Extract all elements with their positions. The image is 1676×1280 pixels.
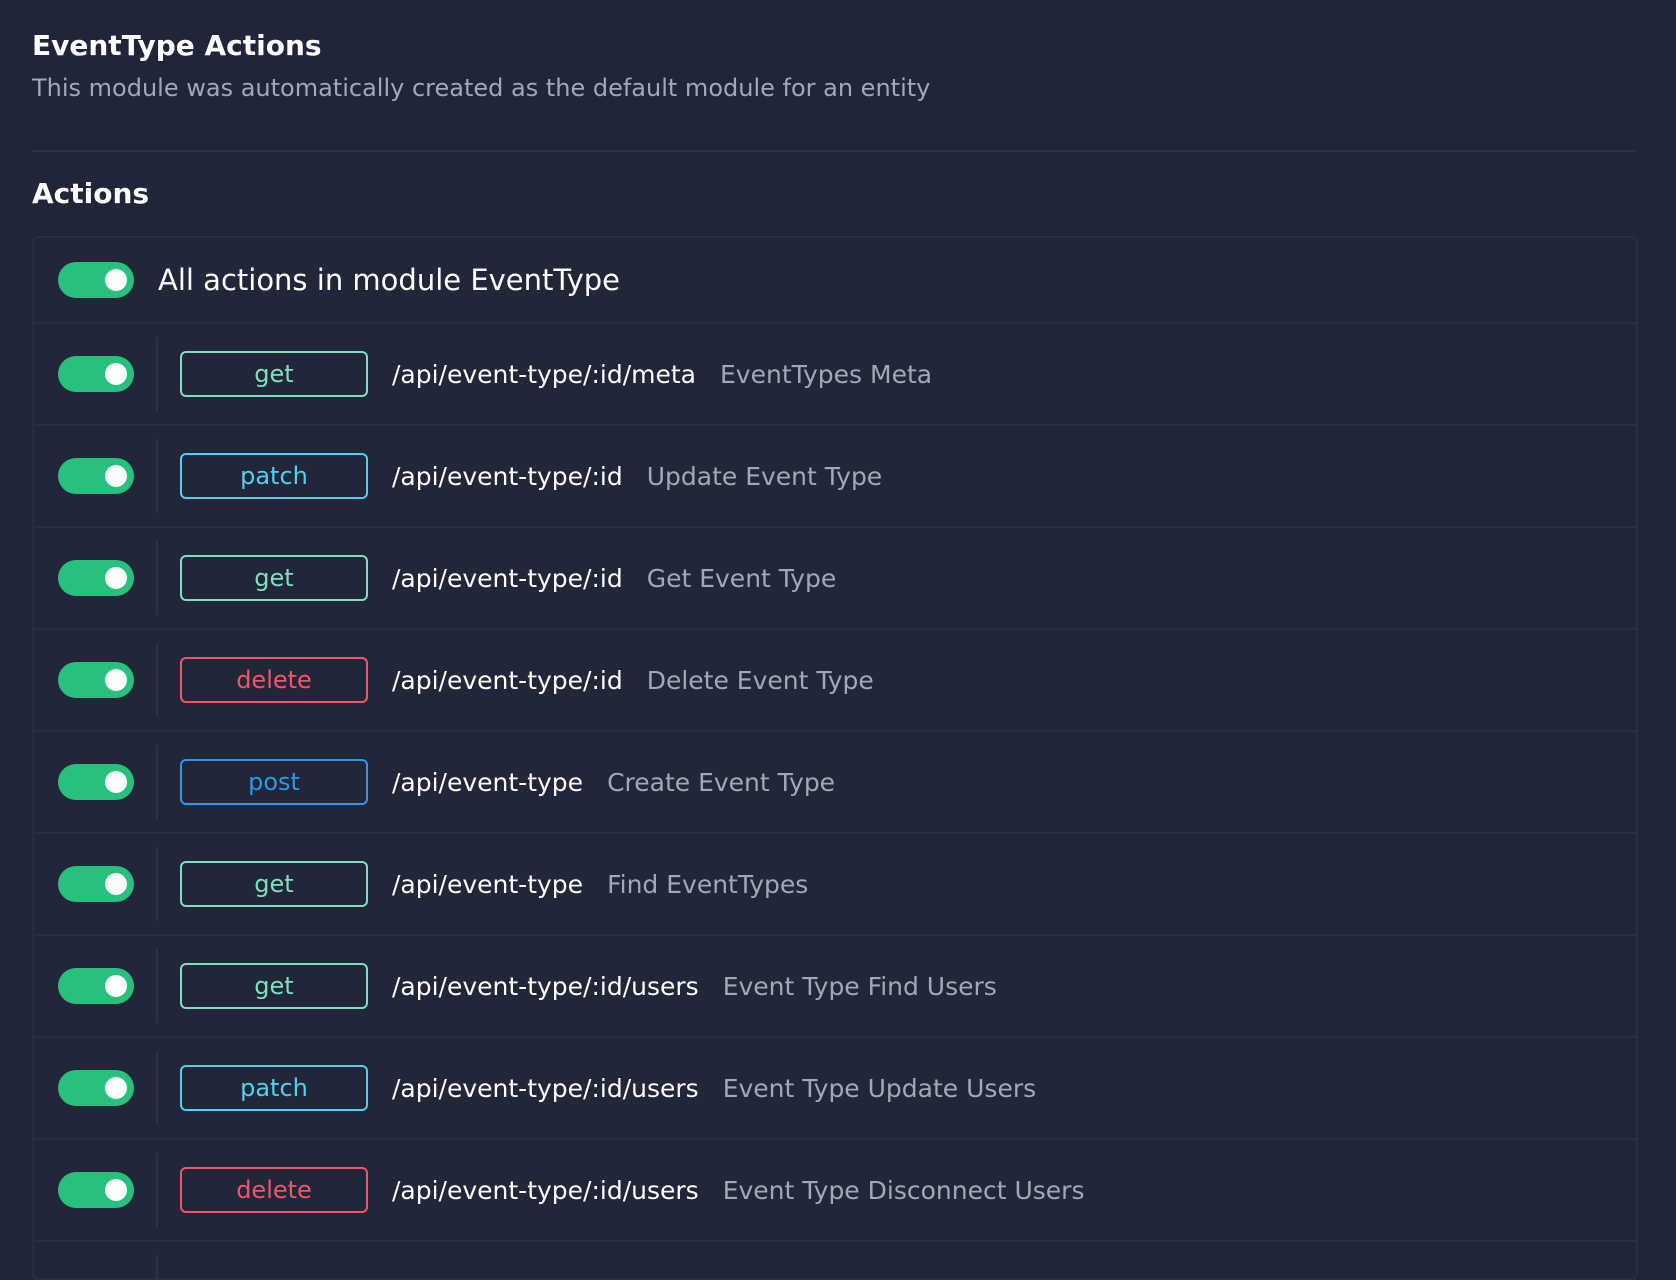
action-description: Find EventTypes [607,869,809,899]
action-row: delete /api/event-type/:id Delete Event … [34,630,1636,732]
method-badge-patch: patch [180,453,368,499]
action-description: Event Type Update Users [722,1073,1037,1103]
action-row: post /api/event-type Create Event Type [34,732,1636,834]
divider [32,150,1636,152]
action-path: /api/event-type/:id/users [392,971,699,1001]
toggle-knob [105,669,127,691]
action-row: get /api/event-type Find EventTypes [34,834,1636,936]
action-toggle[interactable] [58,866,134,902]
toggle-knob [105,873,127,895]
toggle-knob [105,465,127,487]
action-description: Update Event Type [646,461,883,491]
all-actions-label: All actions in module EventType [158,263,621,297]
action-description: Event Type Find Users [722,971,997,1001]
row-separator [156,439,158,513]
action-description: Create Event Type [607,767,836,797]
action-toggle[interactable] [58,560,134,596]
module-description: This module was automatically created as… [32,74,931,102]
method-badge-get: get [180,351,368,397]
toggle-knob [105,567,127,589]
row-separator [156,337,158,411]
row-separator [156,1051,158,1125]
actions-section-title: Actions [32,177,150,210]
action-path: /api/event-type [392,869,584,899]
row-separator [156,1153,158,1227]
module-page: EventType Actions This module was automa… [32,0,1638,1280]
action-description: Delete Event Type [646,665,874,695]
method-badge-get: get [180,861,368,907]
toggle-knob [105,771,127,793]
action-toggle[interactable] [58,1070,134,1106]
toggle-knob [105,1077,127,1099]
action-description: Event Type Disconnect Users [722,1175,1085,1205]
action-row: patch /api/event-type/:id/users Event Ty… [34,1038,1636,1140]
method-badge-get: get [180,555,368,601]
method-badge-post: post [180,759,368,805]
action-path: /api/event-type/:id [392,563,623,593]
row-separator [156,847,158,921]
action-row: delete /api/event-type/:id/users Event T… [34,1140,1636,1242]
action-description: EventTypes Meta [720,359,933,389]
action-toggle[interactable] [58,356,134,392]
method-badge-patch: patch [180,1065,368,1111]
toggle-knob [105,269,127,291]
module-title: EventType Actions [32,29,322,62]
row-separator [156,745,158,819]
action-toggle[interactable] [58,1172,134,1208]
method-badge-delete: delete [180,1167,368,1213]
action-path: /api/event-type/:id/meta [392,359,696,389]
action-row-partial [34,1242,1636,1278]
toggle-knob [105,1179,127,1201]
action-path: /api/event-type/:id [392,461,623,491]
action-row: get /api/event-type/:id Get Event Type [34,528,1636,630]
action-path: /api/event-type/:id/users [392,1073,699,1103]
action-toggle[interactable] [58,458,134,494]
all-actions-row: All actions in module EventType [34,238,1636,324]
action-row: get /api/event-type/:id/meta EventTypes … [34,324,1636,426]
toggle-knob [105,363,127,385]
action-path: /api/event-type/:id/users [392,1175,699,1205]
all-actions-toggle[interactable] [58,262,134,298]
action-row: patch /api/event-type/:id Update Event T… [34,426,1636,528]
row-separator [156,949,158,1023]
toggle-knob [105,975,127,997]
action-path: /api/event-type/:id [392,665,623,695]
action-toggle[interactable] [58,968,134,1004]
row-separator [156,541,158,615]
method-badge-delete: delete [180,657,368,703]
method-badge-get: get [180,963,368,1009]
action-toggle[interactable] [58,662,134,698]
row-separator [156,1255,158,1278]
action-row: get /api/event-type/:id/users Event Type… [34,936,1636,1038]
action-description: Get Event Type [646,563,837,593]
row-separator [156,643,158,717]
action-toggle[interactable] [58,764,134,800]
actions-panel: All actions in module EventType get /api… [32,236,1638,1280]
action-path: /api/event-type [392,767,584,797]
